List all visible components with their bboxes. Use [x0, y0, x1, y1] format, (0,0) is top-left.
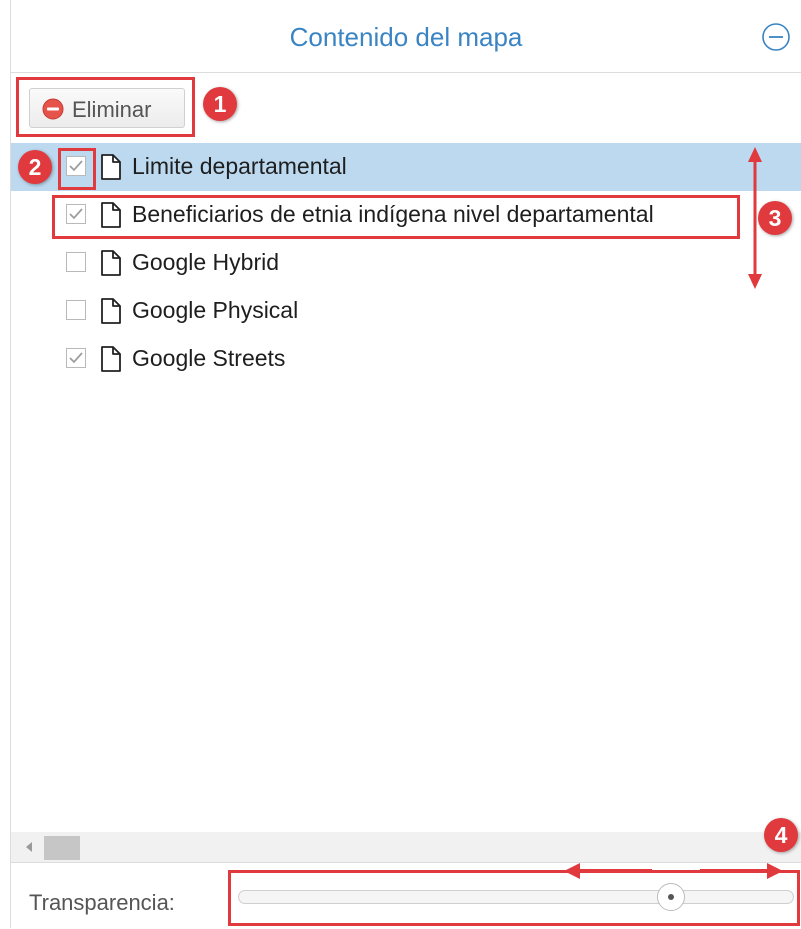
document-icon [101, 154, 121, 180]
layer-row-google-physical[interactable]: Google Physical [11, 287, 801, 335]
layer-label: Google Hybrid [132, 249, 280, 275]
layer-label: Google Streets [132, 345, 286, 371]
layer-label: Limite departamental [132, 153, 347, 179]
panel-header: Contenido del mapa [11, 0, 801, 73]
layer-list: Limite departamental Beneficiarios de et… [11, 143, 801, 383]
annotation-box-checkbox [58, 148, 96, 190]
annotation-box-remove [16, 77, 195, 137]
horizontal-scrollbar[interactable] [11, 832, 801, 862]
collapse-button[interactable] [761, 22, 791, 52]
map-contents-panel: Contenido del mapa Eliminar Limite depar… [10, 0, 801, 929]
document-icon [101, 250, 121, 276]
layer-checkbox[interactable] [66, 252, 86, 272]
annotation-badge-1: 1 [203, 87, 237, 121]
minus-circle-icon [762, 23, 790, 51]
annotation-badge-3: 3 [758, 201, 792, 235]
annotation-badge-2: 2 [18, 150, 52, 184]
scrollbar-thumb[interactable] [44, 836, 80, 860]
layer-checkbox[interactable] [66, 348, 86, 368]
annotation-box-transparency [228, 870, 800, 926]
panel-title: Contenido del mapa [289, 22, 523, 52]
layer-checkbox[interactable] [66, 300, 86, 320]
document-icon [101, 346, 121, 372]
layer-row-limite-departamental[interactable]: Limite departamental [11, 143, 801, 191]
transparency-label: Transparencia: [29, 890, 175, 915]
annotation-badge-4: 4 [764, 818, 798, 852]
layer-label: Google Physical [132, 297, 299, 323]
layer-row-google-streets[interactable]: Google Streets [11, 335, 801, 383]
layer-row-google-hybrid[interactable]: Google Hybrid [11, 239, 801, 287]
scroll-left-icon[interactable] [25, 842, 33, 852]
document-icon [101, 298, 121, 324]
annotation-box-layer-order [52, 195, 740, 239]
